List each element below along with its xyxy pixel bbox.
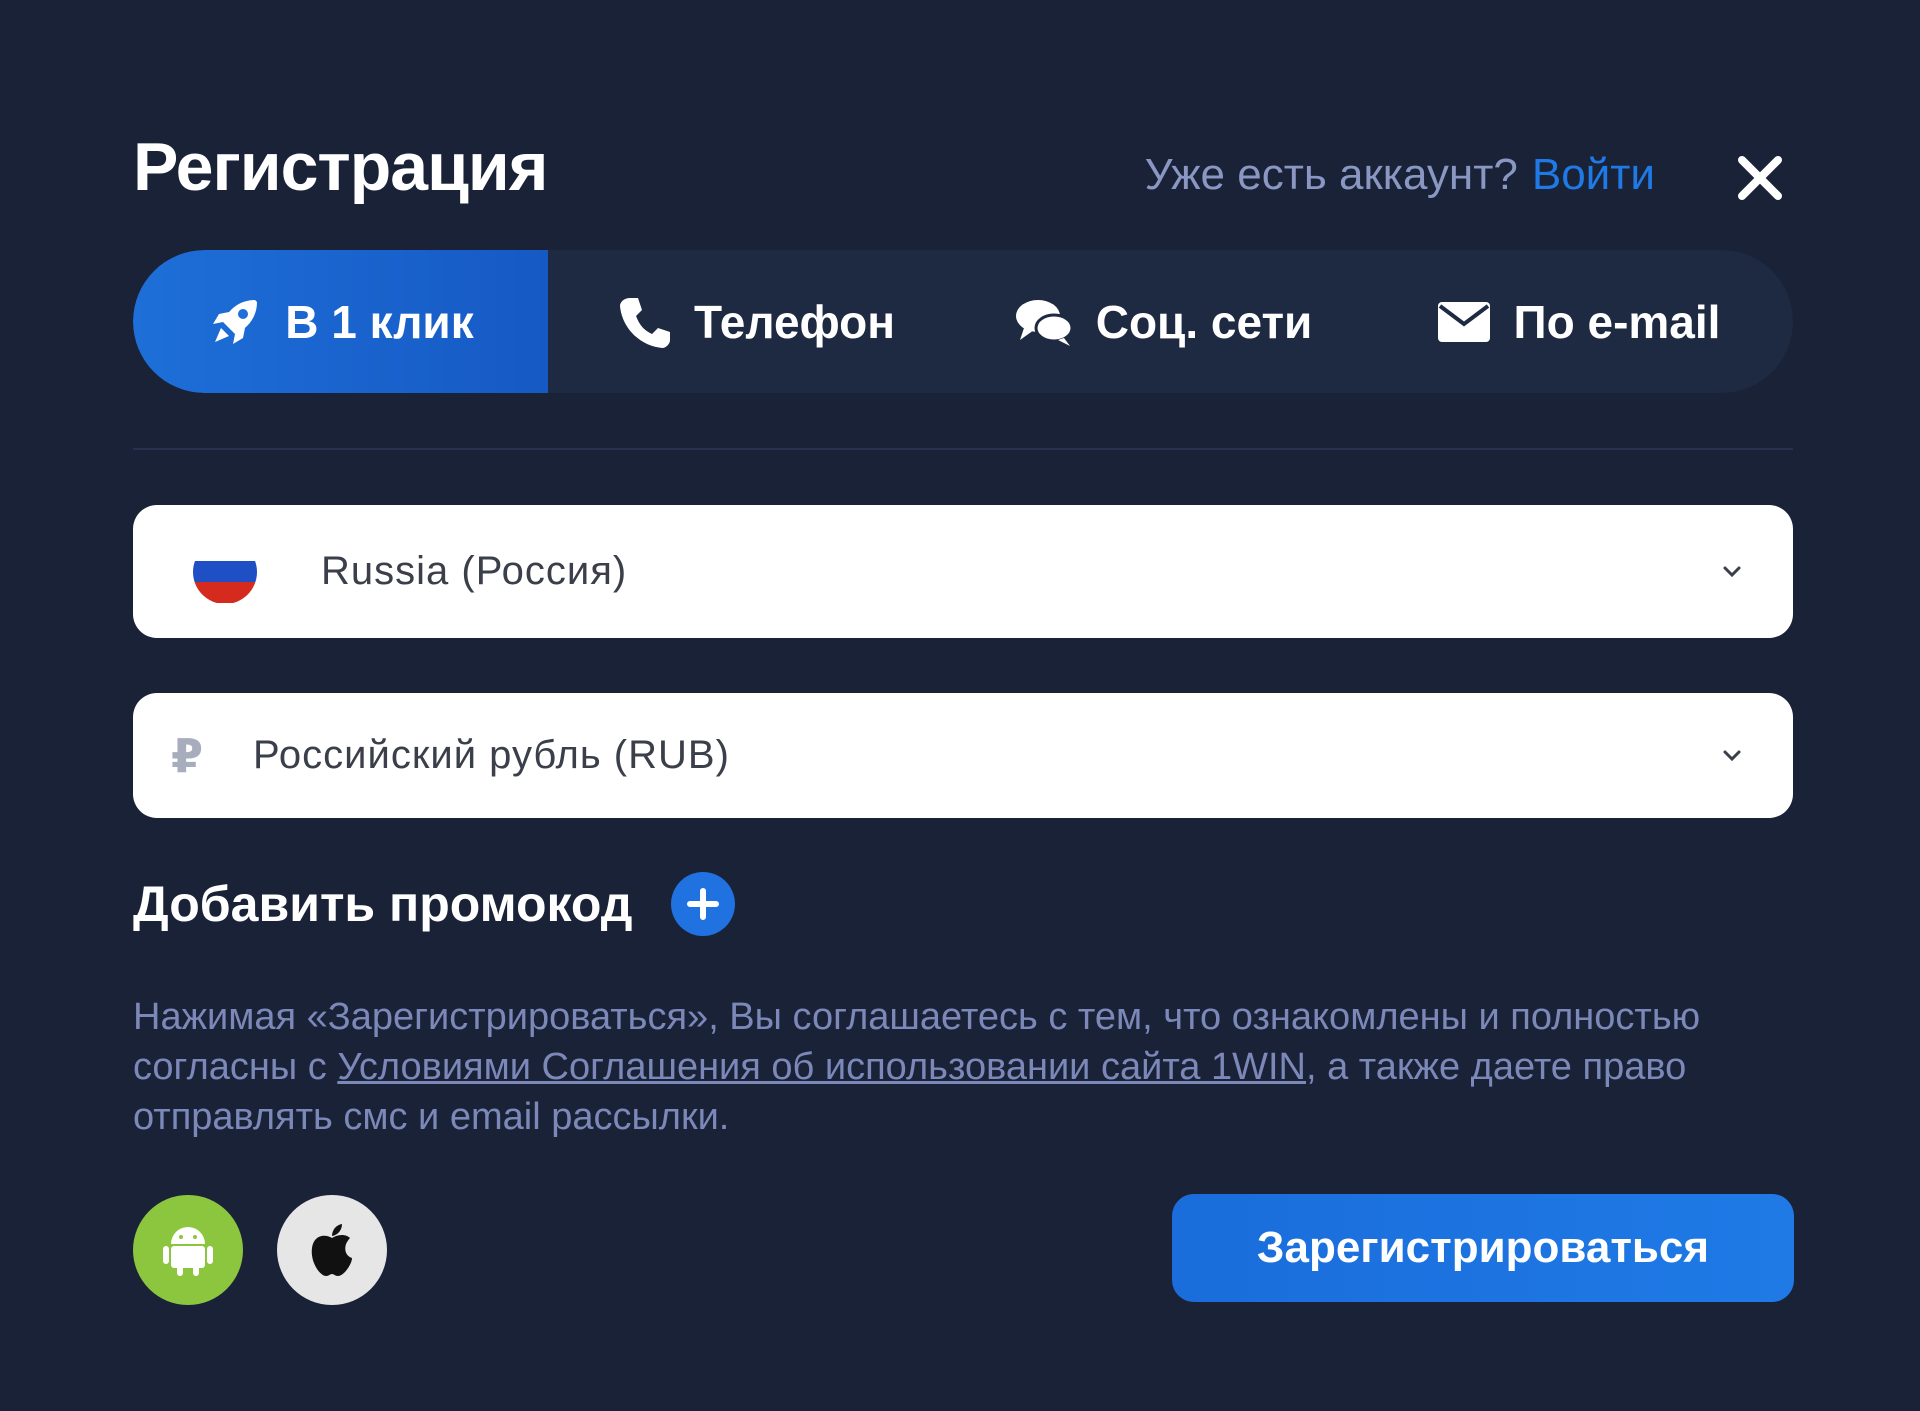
currency-select-value: Российский рубль (RUB) (253, 733, 730, 777)
login-prompt-row: Уже есть аккаунт? Войти (1145, 150, 1655, 200)
tab-phone-label: Телефон (693, 295, 896, 348)
country-select[interactable]: Russia (Россия) (133, 505, 1793, 638)
tab-one-click-label: В 1 клик (285, 295, 474, 348)
tab-email-label: По e-mail (1513, 295, 1721, 348)
close-button[interactable] (1732, 150, 1788, 206)
page-title: Регистрация (133, 129, 548, 205)
login-prompt-text: Уже есть аккаунт? (1144, 150, 1518, 199)
chat-icon (1015, 299, 1074, 346)
terms-link[interactable]: Условиями Соглашения об использовании са… (337, 1046, 1306, 1088)
legal-text: Нажимая «Зарегистрироваться», Вы соглаша… (133, 992, 1773, 1142)
tab-social[interactable]: Соц. сети (963, 250, 1363, 393)
plus-icon (686, 888, 719, 920)
envelope-icon (1437, 301, 1490, 342)
android-icon (163, 1227, 213, 1276)
login-link[interactable]: Войти (1532, 150, 1655, 200)
close-icon (1738, 156, 1782, 200)
phone-icon (619, 297, 670, 348)
android-app-button[interactable] (133, 1195, 243, 1305)
chevron-down-icon (1723, 566, 1741, 577)
divider (133, 448, 1793, 450)
country-select-value: Russia (Россия) (321, 549, 628, 593)
registration-modal: Регистрация Уже есть аккаунт? Войти В 1 … (0, 0, 1920, 1411)
apple-icon (311, 1224, 352, 1276)
rocket-icon (213, 299, 258, 344)
register-button[interactable]: Зарегистрироваться (1172, 1194, 1794, 1302)
add-promo-button[interactable] (670, 872, 735, 936)
currency-select[interactable]: ₽ Российский рубль (RUB) (133, 693, 1793, 818)
ruble-icon: ₽ (171, 729, 204, 782)
promo-label: Добавить промокод (133, 876, 633, 932)
tab-social-label: Соц. сети (1095, 295, 1313, 348)
tab-phone[interactable]: Телефон (548, 250, 963, 393)
promo-row: Добавить промокод (133, 872, 735, 936)
tab-one-click[interactable]: В 1 клик (133, 250, 548, 393)
registration-method-tabs: В 1 клик Телефон Соц. сети По e-mail (133, 250, 1793, 393)
russia-flag-icon (193, 539, 257, 604)
tab-email[interactable]: По e-mail (1363, 250, 1793, 393)
apple-app-button[interactable] (277, 1195, 387, 1305)
chevron-down-icon (1723, 750, 1741, 761)
